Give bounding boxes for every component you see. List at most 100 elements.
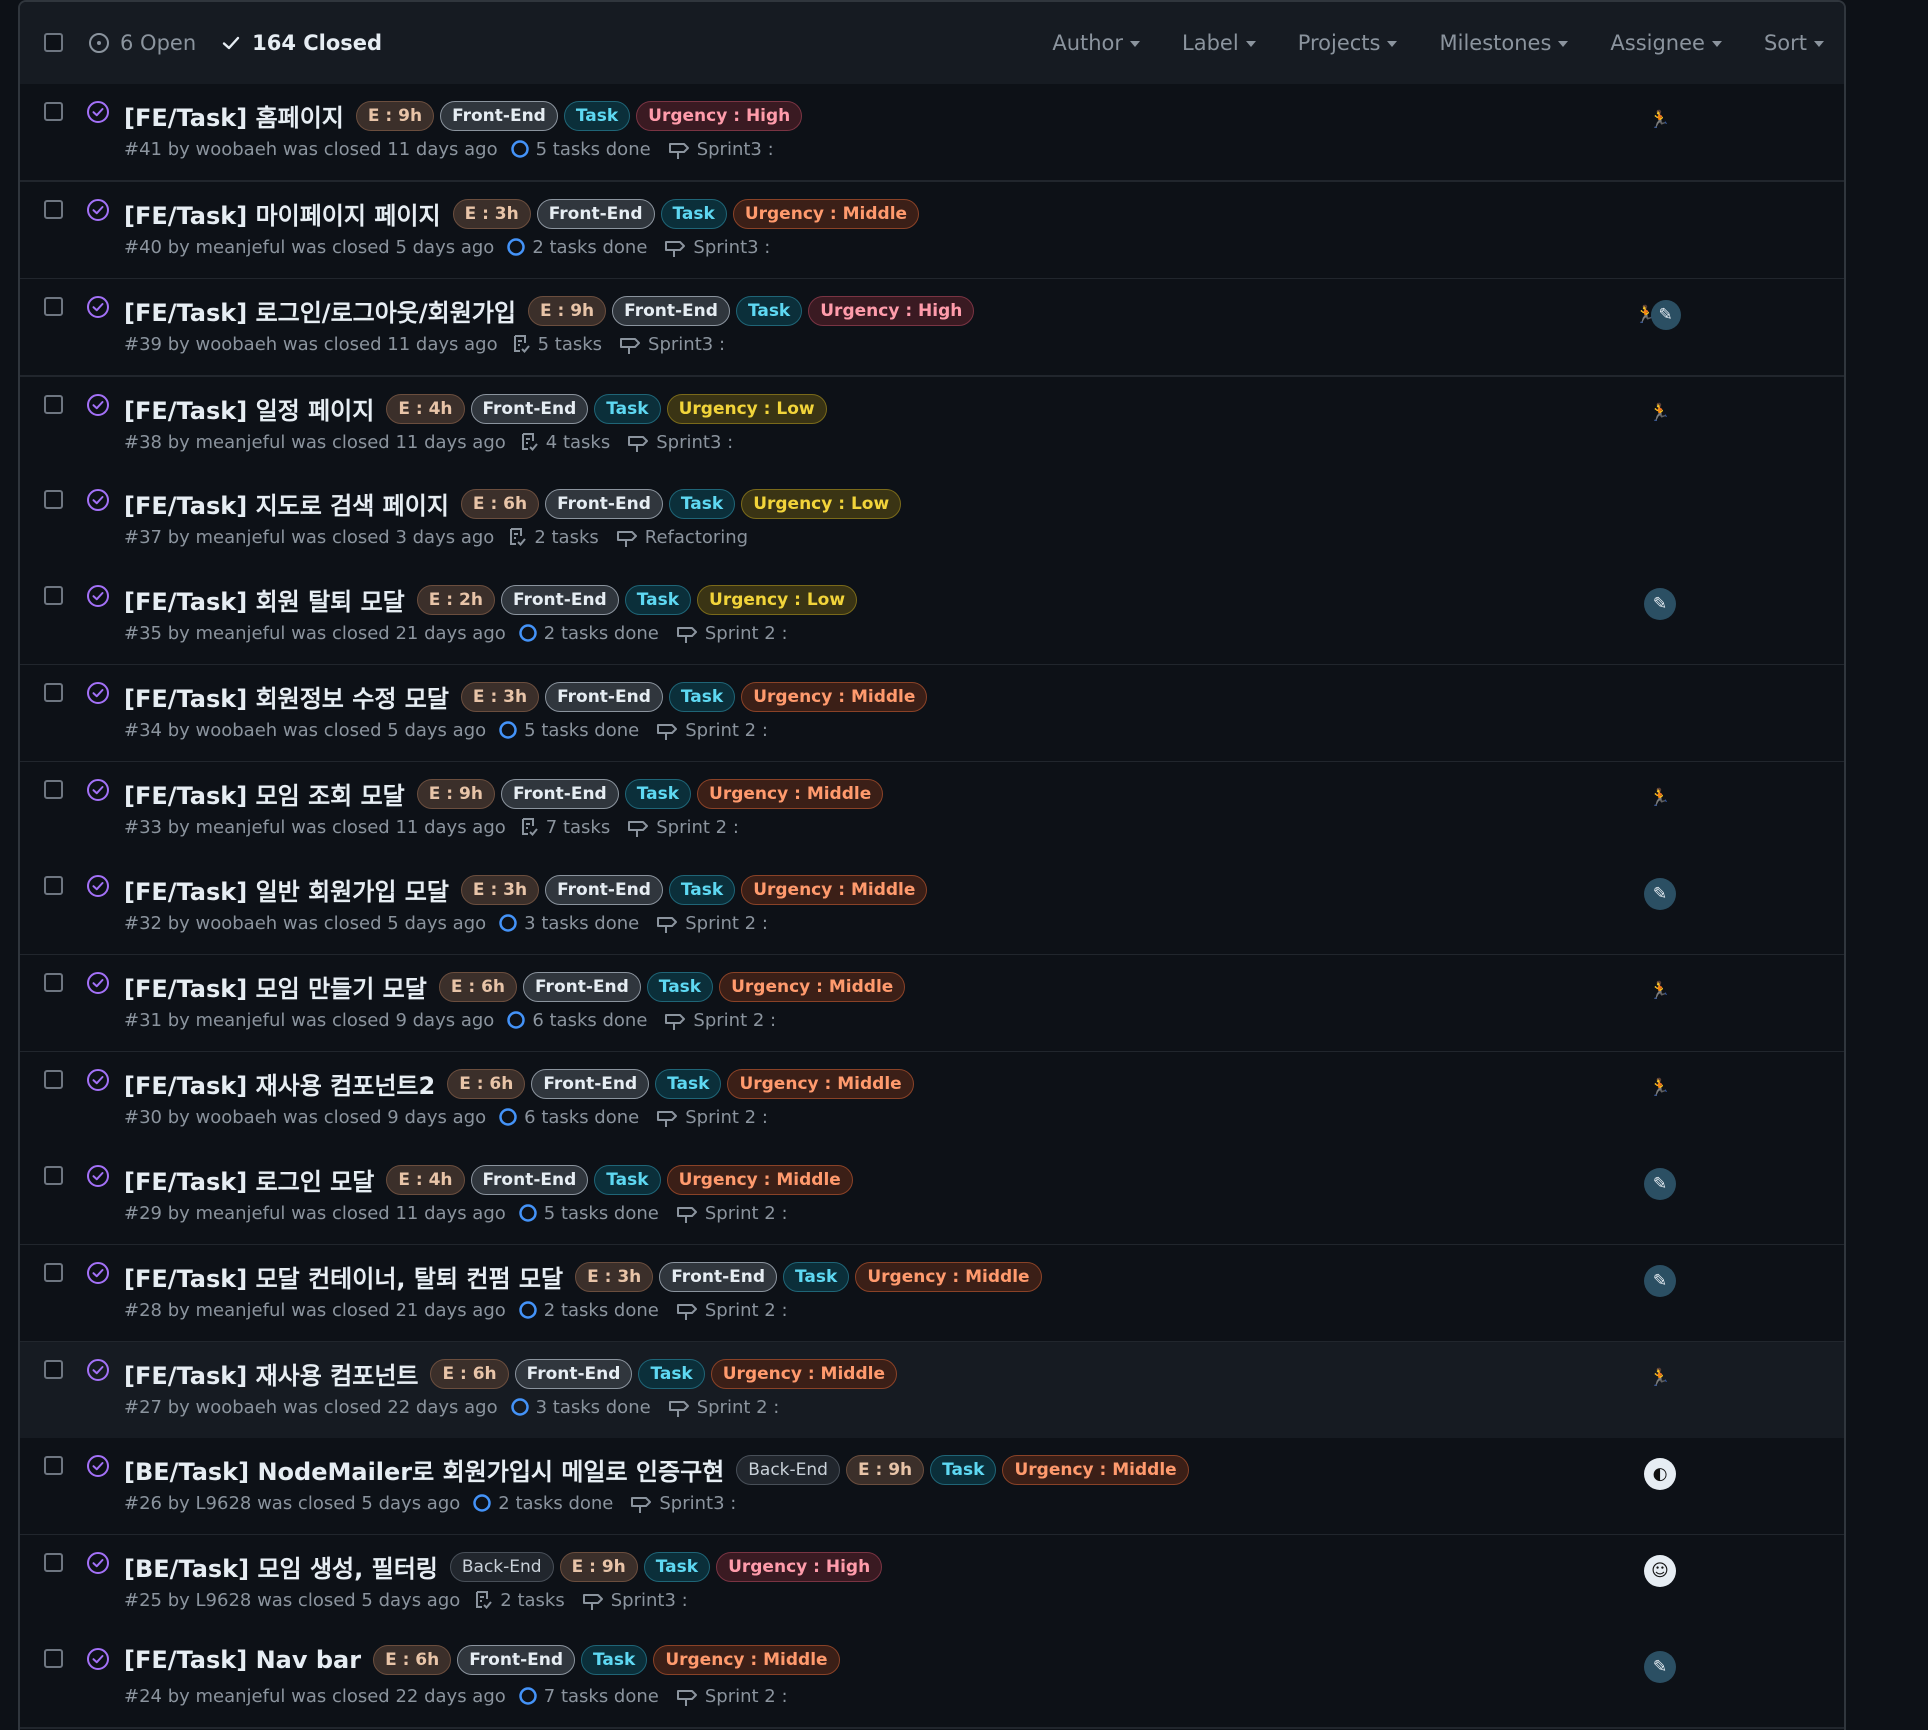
issue-label[interactable]: Task — [660, 198, 727, 229]
issue-checkbox[interactable] — [44, 102, 63, 121]
issue-label[interactable]: Task — [594, 393, 661, 424]
issue-title-link[interactable]: [FE/Task] 로그인/로그아웃/회원가입 — [124, 293, 516, 328]
issue-title-link[interactable]: [FE/Task] 일정 페이지 — [124, 391, 374, 426]
issue-label[interactable]: Task — [594, 1164, 661, 1195]
milestone-link[interactable]: Sprint 2 : — [675, 1299, 788, 1321]
issue-row[interactable]: [FE/Task] Nav bar E : 6h Front-End Task Urge… — [20, 1631, 1844, 1729]
task-progress[interactable]: 2 tasks done — [472, 1493, 613, 1514]
issue-label[interactable]: Task — [643, 1551, 711, 1582]
issue-label[interactable]: Urgency : Low — [741, 488, 902, 519]
issue-title-link[interactable]: [FE/Task] 모달 컨테이너, 탈퇴 컨펌 모달 — [124, 1259, 563, 1294]
issue-row[interactable]: [FE/Task] 일정 페이지 E : 4h Front-End Task Urgen… — [20, 377, 1844, 475]
issue-label[interactable]: Urgency : Middle — [855, 1261, 1042, 1292]
task-progress[interactable]: 7 tasks — [518, 816, 610, 838]
issue-label[interactable]: Front-End — [500, 584, 619, 615]
issue-label[interactable]: Task — [563, 100, 631, 131]
runner-avatar-icon[interactable]: 🏃 — [1644, 782, 1676, 814]
issue-row[interactable]: [BE/Task] NodeMailer로 회원가입시 메일로 인증구현 Back… — [20, 1438, 1844, 1536]
issue-row[interactable]: [FE/Task] 회원 탈퇴 모달 E : 2h Front-End Task Urg… — [20, 568, 1844, 666]
issue-label[interactable]: E : 9h — [845, 1454, 925, 1485]
issue-label[interactable]: Urgency : High — [636, 100, 803, 131]
label-filter[interactable]: Label — [1182, 31, 1256, 55]
issue-label[interactable]: Task — [668, 488, 736, 519]
task-progress[interactable]: 5 tasks done — [518, 1203, 659, 1224]
issue-label[interactable]: Task — [638, 1358, 705, 1389]
issue-title-link[interactable]: [FE/Task] Nav bar — [124, 1646, 361, 1674]
issue-label[interactable]: E : 6h — [373, 1645, 452, 1675]
issue-title-link[interactable]: [FE/Task] 재사용 컴포넌트 — [124, 1356, 418, 1391]
issue-label[interactable]: E : 6h — [447, 1068, 526, 1099]
issue-row[interactable]: [FE/Task] 일반 회원가입 모달 E : 3h Front-End Task U… — [20, 858, 1844, 956]
task-progress[interactable]: 4 tasks — [518, 431, 610, 453]
issue-title-link[interactable]: [FE/Task] 모임 조회 모달 — [124, 776, 405, 811]
pencil-avatar-icon[interactable]: ✎ — [1644, 1168, 1676, 1200]
projects-filter[interactable]: Projects — [1298, 31, 1398, 55]
milestone-link[interactable]: Sprint3 : — [626, 431, 733, 453]
issue-label[interactable]: Urgency : Middle — [719, 971, 906, 1002]
issue-title-link[interactable]: [BE/Task] 모임 생성, 필터링 — [124, 1549, 438, 1584]
task-progress[interactable]: 2 tasks done — [518, 1300, 659, 1321]
runner-avatar-icon[interactable]: 🏃 — [1644, 975, 1676, 1007]
issue-row[interactable]: [FE/Task] 모임 만들기 모달 E : 6h Front-End Task Ur… — [20, 955, 1844, 1053]
issue-label[interactable]: E : 2h — [416, 584, 495, 615]
issue-label[interactable]: Front-End — [470, 1164, 589, 1195]
issue-label[interactable]: E : 9h — [355, 100, 435, 131]
issue-checkbox[interactable] — [44, 297, 63, 316]
issue-row[interactable]: [FE/Task] 모임 조회 모달 E : 9h Front-End Task Urg… — [20, 762, 1844, 860]
runner-avatar-icon[interactable]: 🏃 — [1644, 1362, 1676, 1394]
issue-label[interactable]: Urgency : High — [716, 1551, 883, 1582]
milestone-link[interactable]: Sprint 2 : — [655, 719, 768, 741]
milestone-link[interactable]: Sprint 2 : — [626, 816, 739, 838]
issue-label[interactable]: E : 6h — [438, 971, 518, 1002]
task-progress[interactable]: 6 tasks done — [506, 1010, 647, 1031]
issue-row[interactable]: [FE/Task] 로그인 모달 E : 4h Front-End Task Urgen… — [20, 1148, 1844, 1246]
issue-title-link[interactable]: [BE/Task] NodeMailer로 회원가입시 메일로 인증구현 — [124, 1452, 724, 1487]
issue-label[interactable]: Urgency : Middle — [697, 778, 884, 809]
issue-row[interactable]: [FE/Task] 마이페이지 페이지 E : 3h Front-End Task Ur… — [20, 182, 1844, 280]
issue-label[interactable]: Task — [930, 1454, 997, 1485]
issue-label[interactable]: Urgency : Middle — [666, 1164, 853, 1195]
issue-label[interactable]: Task — [624, 584, 692, 615]
issue-row[interactable]: [FE/Task] 재사용 컴포넌트2 E : 6h Front-End Task Ur… — [20, 1052, 1844, 1150]
issue-checkbox[interactable] — [44, 586, 63, 605]
issue-label[interactable]: E : 9h — [559, 1551, 638, 1582]
task-progress[interactable]: 2 tasks — [506, 526, 599, 548]
pencil-avatar-icon[interactable]: ✎ — [1644, 878, 1676, 910]
issue-label[interactable]: Task — [646, 971, 714, 1002]
issue-label[interactable]: E : 9h — [527, 295, 607, 326]
issue-checkbox[interactable] — [44, 683, 63, 702]
issue-label[interactable]: Front-End — [545, 488, 663, 519]
issue-label[interactable]: Urgency : Middle — [727, 1068, 914, 1099]
issue-label[interactable]: Task — [668, 681, 736, 712]
milestone-link[interactable]: Sprint3 : — [581, 1589, 688, 1611]
issue-label[interactable]: E : 3h — [460, 874, 540, 905]
issue-label[interactable]: Front-End — [457, 1645, 576, 1675]
task-progress[interactable]: 5 tasks — [510, 333, 602, 355]
select-all-checkbox[interactable] — [44, 33, 63, 52]
issue-label[interactable]: Task — [783, 1261, 850, 1292]
issue-row[interactable]: [FE/Task] 재사용 컴포넌트 E : 6h Front-End Task Urg… — [20, 1342, 1844, 1440]
milestone-link[interactable]: Refactoring — [615, 526, 748, 548]
issue-label[interactable]: E : 9h — [416, 778, 495, 809]
issue-checkbox[interactable] — [44, 1649, 63, 1668]
issue-checkbox[interactable] — [44, 1360, 63, 1379]
runner-avatar-icon[interactable]: 🏃 — [1644, 1072, 1676, 1104]
pencil-avatar-icon[interactable]: ✎ — [1644, 1651, 1676, 1683]
assignee-avatars[interactable]: 🏃 ✎ — [1632, 299, 1684, 331]
issue-row[interactable]: [BE/Task] 모임 생성, 필터링 Back-End E : 9h Task Ur… — [20, 1535, 1844, 1633]
issue-label[interactable]: E : 4h — [386, 393, 465, 424]
issue-label[interactable]: Urgency : Middle — [710, 1358, 897, 1389]
issue-row[interactable]: [FE/Task] 홈페이지 E : 9h Front-End Task Urgency… — [20, 84, 1844, 182]
milestone-link[interactable]: Sprint 2 : — [675, 622, 788, 644]
issue-label[interactable]: Back-End — [736, 1454, 840, 1485]
issue-title-link[interactable]: [FE/Task] 로그인 모달 — [124, 1162, 374, 1197]
task-progress[interactable]: 3 tasks done — [498, 913, 639, 934]
milestone-link[interactable]: Sprint 2 : — [663, 1009, 776, 1031]
issue-title-link[interactable]: [FE/Task] 회원정보 수정 모달 — [124, 679, 449, 714]
issue-row[interactable]: [FE/Task] 회원정보 수정 모달 E : 3h Front-End Task U… — [20, 665, 1844, 763]
issue-label[interactable]: Front-End — [545, 874, 663, 905]
issue-label[interactable]: Task — [624, 778, 692, 809]
issue-checkbox[interactable] — [44, 973, 63, 992]
milestone-link[interactable]: Sprint 2 : — [655, 912, 768, 934]
issue-label[interactable]: Task — [581, 1645, 648, 1675]
